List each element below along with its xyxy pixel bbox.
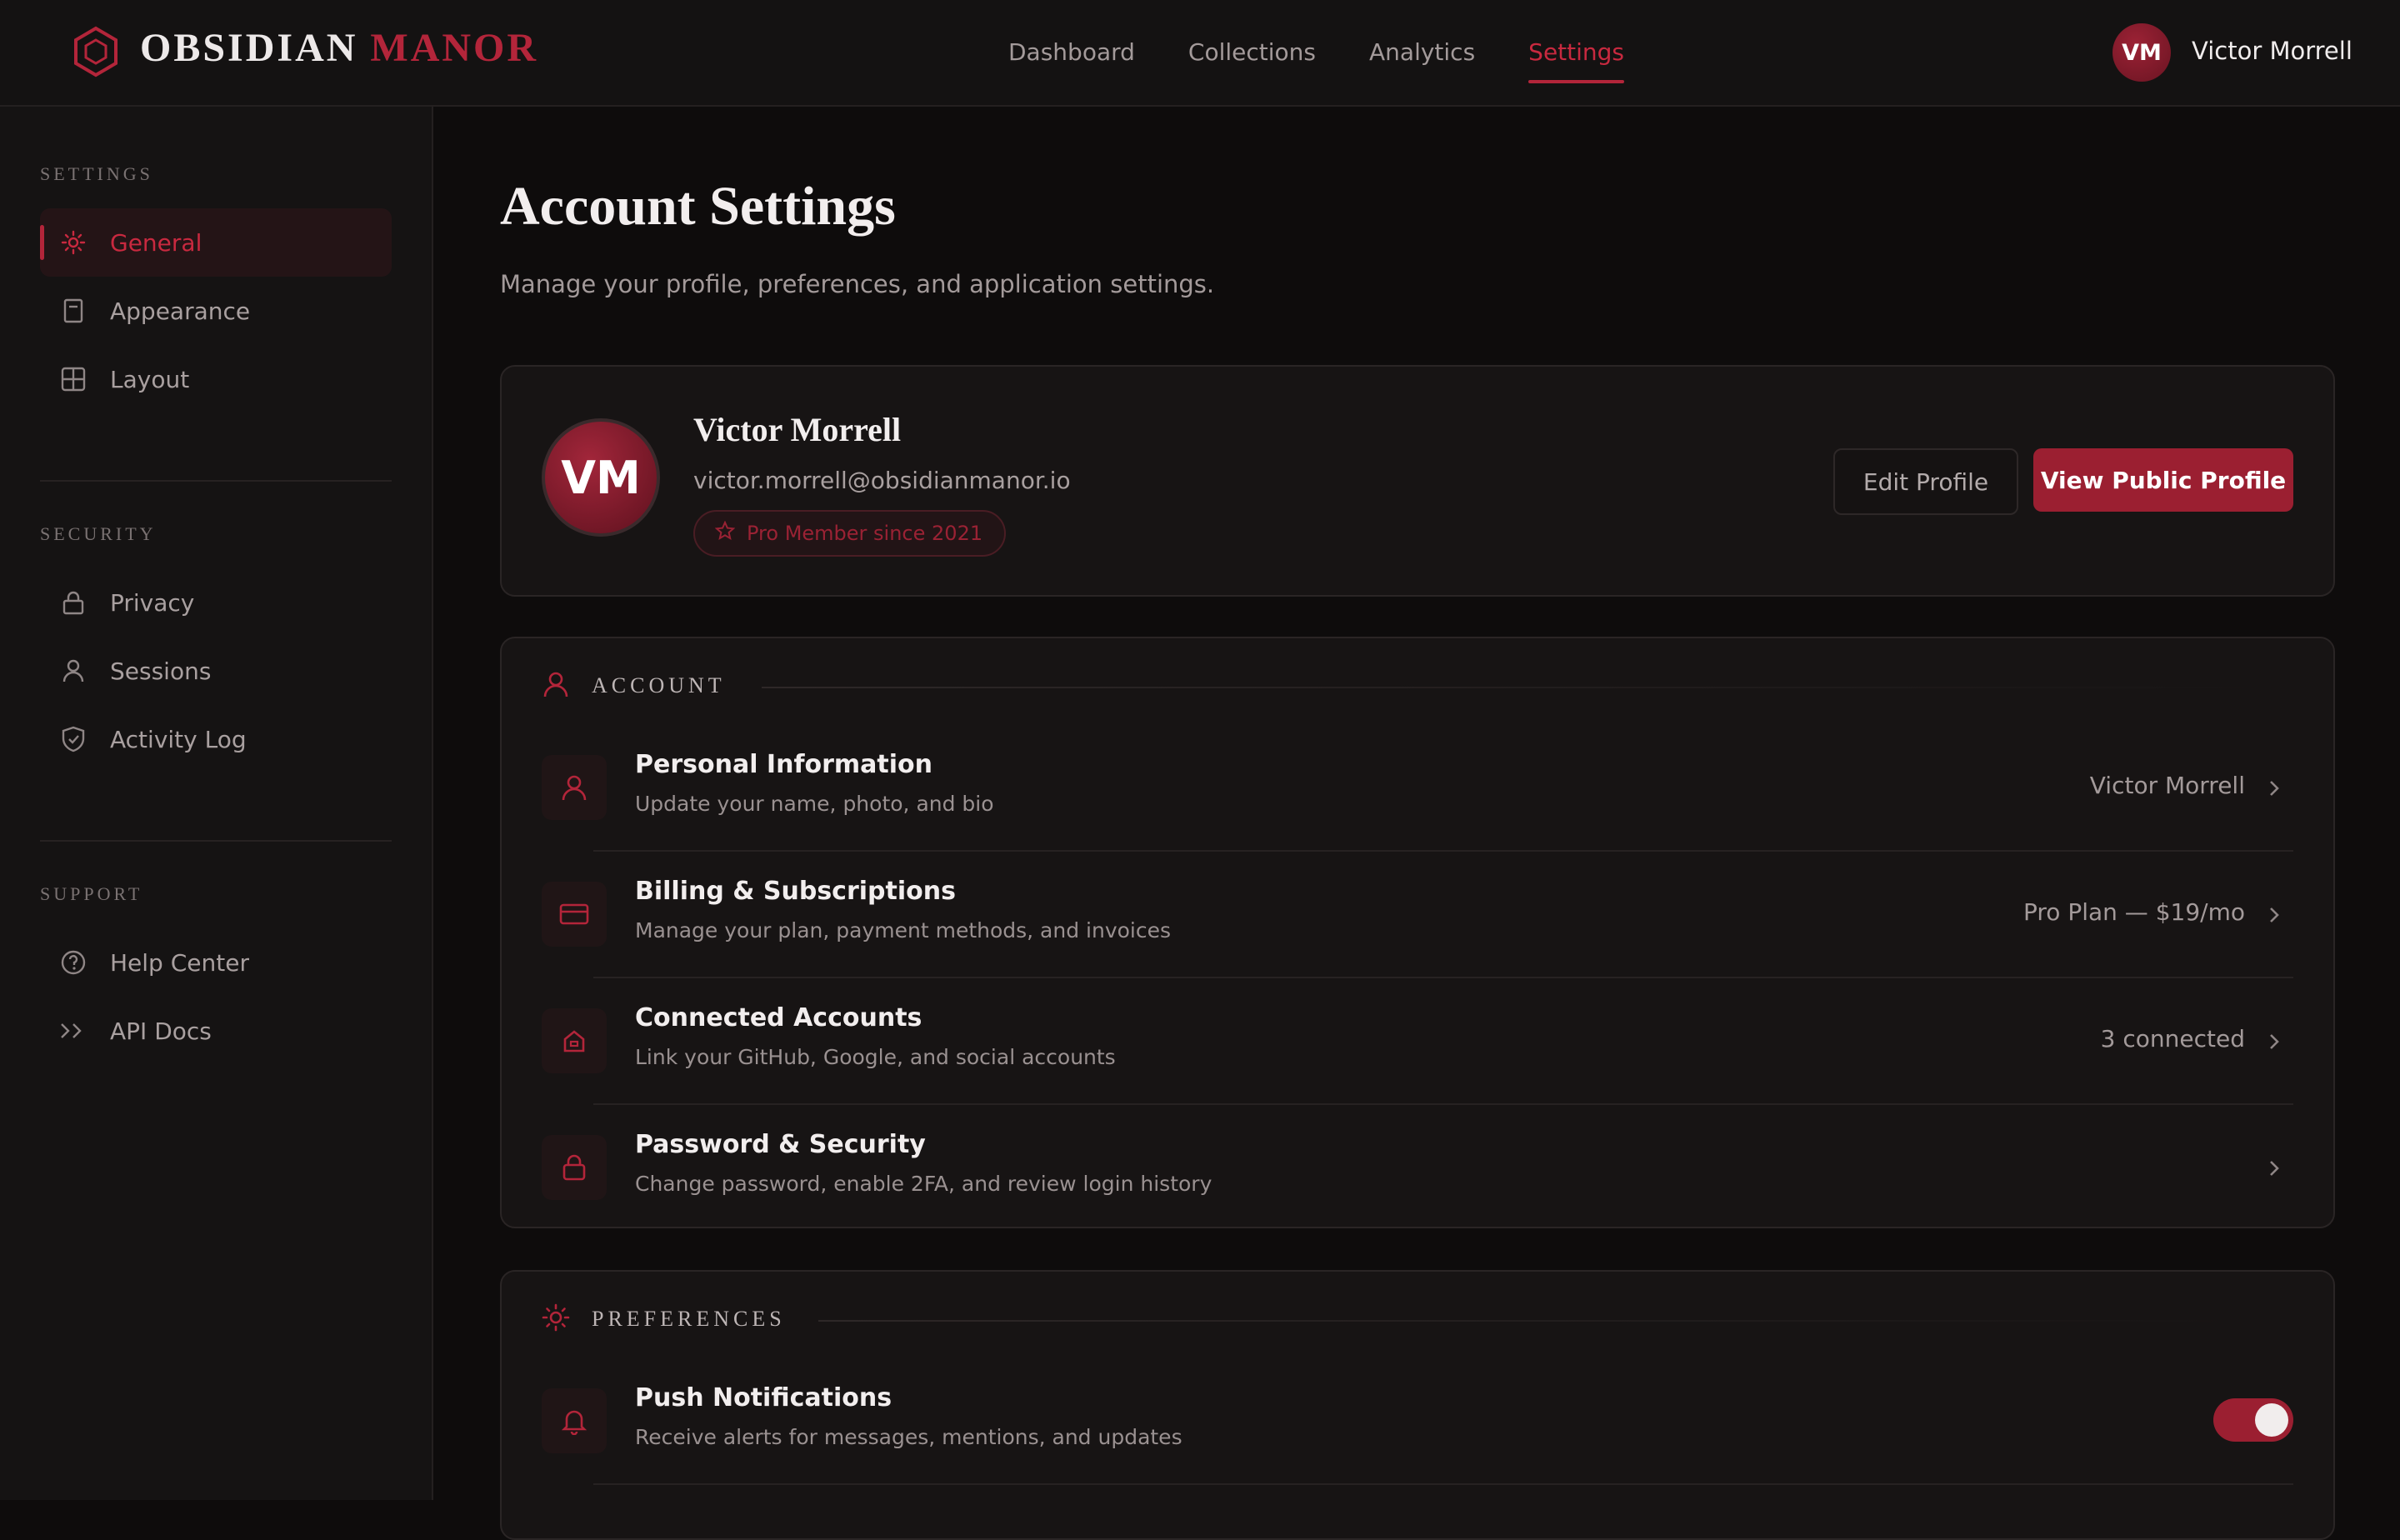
row-title: Billing & Subscriptions: [635, 877, 956, 906]
sidebar-item-label: Privacy: [110, 588, 195, 617]
user-icon: [542, 755, 607, 820]
house-icon: [542, 1008, 607, 1073]
sidebar-item-activity-log[interactable]: Activity Log: [40, 705, 392, 773]
credit-card-icon: [542, 882, 607, 947]
row-title: Push Notifications: [635, 1383, 892, 1412]
preferences-section-header: PREFERENCES: [542, 1303, 786, 1335]
profile-avatar[interactable]: VM: [542, 418, 660, 537]
account-section-title: ACCOUNT: [592, 673, 726, 698]
brand-word-1: OBSIDIAN: [140, 26, 358, 70]
row-personal-information[interactable]: Personal Information Update your name, p…: [542, 725, 2293, 852]
row-value: Pro Plan — $19/mo: [2023, 898, 2245, 926]
user-icon: [542, 670, 570, 702]
brand-logo-text[interactable]: OBSIDIAN MANOR: [140, 25, 538, 71]
gear-icon: [542, 1303, 570, 1335]
settings-sidebar: SETTINGS General Appearance Layout SECUR…: [0, 107, 433, 1500]
lock-icon: [542, 1135, 607, 1200]
user-name[interactable]: Victor Morrell: [2192, 37, 2352, 65]
sidebar-item-sessions[interactable]: Sessions: [40, 637, 392, 705]
sidebar-item-label: API Docs: [110, 1017, 212, 1045]
view-public-profile-button[interactable]: View Public Profile: [2033, 448, 2293, 512]
hexagon-logo-icon: [74, 26, 118, 78]
account-section-header: ACCOUNT: [542, 670, 726, 702]
push-notifications-toggle[interactable]: [2213, 1398, 2293, 1442]
help-circle-icon: [58, 948, 88, 978]
chevron-right-icon: [2262, 1153, 2287, 1183]
user-avatar[interactable]: VM: [2112, 23, 2171, 82]
code-chevrons-icon: [58, 1016, 88, 1046]
grid-icon: [58, 364, 88, 394]
sidebar-item-general[interactable]: General: [40, 208, 392, 277]
bell-icon: [542, 1388, 607, 1453]
sidebar-item-label: Layout: [110, 365, 190, 393]
sidebar-item-label: General: [110, 228, 202, 257]
nav-settings[interactable]: Settings: [1528, 0, 1624, 105]
sidebar-section-support: SUPPORT: [40, 883, 143, 904]
row-title: Password & Security: [635, 1130, 926, 1159]
star-icon: [714, 520, 736, 546]
user-icon: [58, 656, 88, 686]
page-subtitle: Manage your profile, preferences, and ap…: [500, 270, 1215, 298]
sidebar-item-privacy[interactable]: Privacy: [40, 568, 392, 637]
row-title: Personal Information: [635, 750, 932, 779]
top-bar: OBSIDIAN MANOR Dashboard Collections Ana…: [0, 0, 2400, 107]
main-nav: Dashboard Collections Analytics Settings: [1008, 0, 1624, 105]
row-divider: [593, 1483, 2293, 1485]
chevron-right-icon: [2262, 1027, 2287, 1057]
sidebar-divider: [40, 480, 392, 482]
pro-member-badge-text: Pro Member since 2021: [747, 522, 983, 545]
sidebar-item-api-docs[interactable]: API Docs: [40, 997, 392, 1065]
row-description: Update your name, photo, and bio: [635, 792, 994, 816]
account-section-card: ACCOUNT Personal Information Update your…: [500, 637, 2335, 1228]
lock-icon: [58, 588, 88, 618]
preferences-section-title: PREFERENCES: [592, 1307, 786, 1331]
page-title: Account Settings: [500, 176, 896, 237]
nav-analytics[interactable]: Analytics: [1369, 0, 1475, 105]
sidebar-item-label: Sessions: [110, 657, 212, 685]
shield-icon: [58, 724, 88, 754]
row-value: Victor Morrell: [2089, 772, 2245, 799]
row-description: Receive alerts for messages, mentions, a…: [635, 1425, 1182, 1449]
row-description: Change password, enable 2FA, and review …: [635, 1172, 1212, 1196]
row-connected-accounts[interactable]: Connected Accounts Link your GitHub, Goo…: [542, 978, 2293, 1105]
section-divider-line: [818, 1320, 2235, 1322]
profile-card: VM Victor Morrell victor.morrell@obsidia…: [500, 365, 2335, 597]
sidebar-divider: [40, 840, 392, 842]
nav-dashboard[interactable]: Dashboard: [1008, 0, 1135, 105]
section-divider-line: [762, 687, 2262, 688]
sidebar-item-label: Appearance: [110, 297, 251, 325]
sidebar-section-settings: SETTINGS: [40, 163, 153, 184]
pro-member-badge: Pro Member since 2021: [693, 510, 1007, 557]
toggle-knob: [2255, 1403, 2288, 1437]
row-billing-subscriptions[interactable]: Billing & Subscriptions Manage your plan…: [542, 852, 2293, 978]
document-icon: [58, 296, 88, 326]
chevron-right-icon: [2262, 900, 2287, 930]
profile-email: victor.morrell@obsidianmanor.io: [693, 467, 1071, 494]
row-title: Connected Accounts: [635, 1003, 922, 1032]
row-description: Manage your plan, payment methods, and i…: [635, 918, 1172, 942]
row-value: 3 connected: [2100, 1025, 2245, 1052]
sidebar-section-security: SECURITY: [40, 523, 157, 544]
sidebar-item-layout[interactable]: Layout: [40, 345, 392, 413]
row-description: Link your GitHub, Google, and social acc…: [635, 1045, 1116, 1069]
chevron-right-icon: [2262, 773, 2287, 803]
sidebar-item-help-center[interactable]: Help Center: [40, 928, 392, 997]
edit-profile-button[interactable]: Edit Profile: [1833, 448, 2018, 515]
nav-collections[interactable]: Collections: [1188, 0, 1316, 105]
gear-icon: [58, 228, 88, 258]
profile-name: Victor Morrell: [693, 411, 902, 448]
sidebar-item-label: Help Center: [110, 948, 249, 977]
row-push-notifications: Push Notifications Receive alerts for me…: [542, 1358, 2293, 1485]
brand-word-2: MANOR: [370, 26, 539, 70]
sidebar-item-label: Activity Log: [110, 725, 247, 753]
row-password-security[interactable]: Password & Security Change password, ena…: [542, 1105, 2293, 1232]
preferences-section-card: PREFERENCES Push Notifications Receive a…: [500, 1270, 2335, 1540]
sidebar-item-appearance[interactable]: Appearance: [40, 277, 392, 345]
